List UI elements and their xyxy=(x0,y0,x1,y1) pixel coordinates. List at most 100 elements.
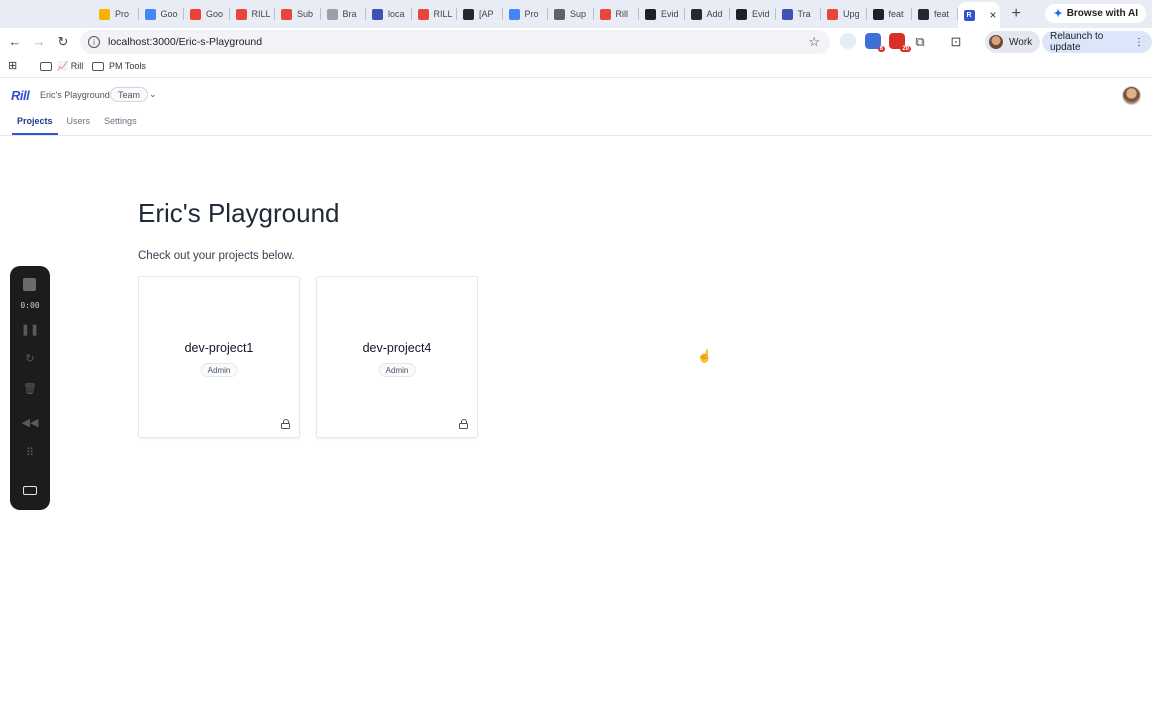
user-avatar[interactable] xyxy=(1122,86,1141,105)
tab-label: Tra xyxy=(797,9,811,19)
tab-favicon-icon xyxy=(235,8,247,20)
browser-tab[interactable]: Sup xyxy=(548,4,594,24)
relaunch-button[interactable]: Relaunch to update ⋮ xyxy=(1042,31,1152,53)
apps-grid-icon[interactable]: ⊞ xyxy=(8,59,17,72)
rewind-icon[interactable]: ◀◀ xyxy=(10,416,50,429)
pause-icon[interactable]: ❚❚ xyxy=(10,323,50,336)
browser-tab[interactable]: Upg xyxy=(821,4,867,24)
browser-tab[interactable]: Evid xyxy=(639,4,685,24)
tab-favicon-icon xyxy=(372,8,383,20)
browser-tab[interactable]: [AP xyxy=(457,4,503,24)
role-badge: Admin xyxy=(200,363,238,377)
browser-tab[interactable]: Bra xyxy=(321,4,367,24)
extension-icon[interactable] xyxy=(840,33,856,49)
bookmark-folder[interactable]: PM Tools xyxy=(92,61,146,71)
org-name[interactable]: Eric's Playground xyxy=(40,90,110,100)
tab-favicon-icon xyxy=(918,8,929,20)
recording-timer: 0:00 xyxy=(20,301,40,310)
project-card[interactable]: dev-project4 Admin xyxy=(316,276,478,438)
browser-tab[interactable]: feat xyxy=(912,4,958,24)
tab-settings[interactable]: Settings xyxy=(99,114,142,135)
back-arrow-icon[interactable]: ← xyxy=(3,34,27,49)
browser-tab[interactable]: Tra xyxy=(776,4,822,24)
stop-recording-icon[interactable] xyxy=(23,278,36,291)
org-plan-badge: Team xyxy=(110,87,149,102)
tab-label: Sup xyxy=(570,9,587,19)
tab-favicon-icon xyxy=(827,8,838,20)
browser-tab[interactable]: Pro xyxy=(93,4,139,24)
page-subtitle: Check out your projects below. xyxy=(138,250,295,262)
tab-label: Pro xyxy=(524,9,539,19)
tab-favicon-icon xyxy=(599,8,611,20)
more-vert-icon[interactable]: ⋮ xyxy=(1134,37,1144,48)
tab-favicon-icon xyxy=(645,8,656,20)
folder-icon xyxy=(40,62,52,71)
new-tab-icon[interactable]: + xyxy=(1012,5,1021,23)
sparkle-icon: ✦ xyxy=(1053,8,1063,20)
restart-icon[interactable]: ↻ xyxy=(10,352,50,365)
tab-favicon-icon xyxy=(781,8,793,20)
tab-label: RILL xyxy=(433,9,453,19)
rill-logo[interactable]: Rill xyxy=(11,88,30,103)
tab-search-icon[interactable]: ⊡ xyxy=(944,34,968,50)
browser-tab[interactable]: feat xyxy=(867,4,913,24)
tab-label: Add xyxy=(706,9,723,19)
mouse-pointer-icon: ☝ xyxy=(697,349,712,363)
chevron-down-icon[interactable]: ⌄ xyxy=(149,89,157,100)
extension-icon[interactable]: 6 xyxy=(865,33,885,52)
profile-avatar xyxy=(989,35,1003,49)
tab-favicon-icon xyxy=(281,8,292,20)
browser-tab[interactable]: loca xyxy=(366,4,412,24)
browser-tab[interactable]: Sub xyxy=(275,4,321,24)
browser-tab[interactable]: Rill xyxy=(594,4,640,24)
browse-with-ai-label: Browse with AI xyxy=(1066,8,1138,19)
browse-with-ai-button[interactable]: ✦ Browse with AI xyxy=(1045,4,1146,23)
forward-arrow-icon[interactable]: → xyxy=(27,34,51,49)
puzzle-icon[interactable]: ⧉ xyxy=(908,34,932,50)
lock-icon xyxy=(459,419,468,429)
browser-tab[interactable]: RILL xyxy=(412,4,458,24)
tab-label: Rill xyxy=(615,9,629,19)
tab-favicon-icon xyxy=(736,8,747,20)
url-text[interactable]: localhost:3000/Eric-s-Playground xyxy=(108,36,262,48)
project-card[interactable]: dev-project1 Admin xyxy=(138,276,300,438)
address-bar[interactable]: i localhost:3000/Eric-s-Playground ☆ xyxy=(80,30,830,54)
browser-tab-active[interactable]: R × xyxy=(957,2,1000,28)
tab-favicon-icon xyxy=(417,8,429,20)
bookmark-label: PM Tools xyxy=(109,61,146,71)
tab-label: Evid xyxy=(752,9,770,19)
drag-handle-icon[interactable]: ⠿ xyxy=(10,446,50,459)
lock-icon xyxy=(281,419,290,429)
tab-favicon-icon xyxy=(190,8,201,20)
project-name: dev-project4 xyxy=(362,341,432,355)
tab-list: Pro Goo Goo RILL Sub Bra loca RILL [AP Pro Sup Rill… xyxy=(0,0,1021,28)
camera-icon[interactable] xyxy=(23,486,37,495)
site-info-icon[interactable]: i xyxy=(88,36,100,48)
tab-label: Goo xyxy=(206,9,224,19)
profile-button[interactable]: Work xyxy=(985,31,1041,53)
tab-label: feat xyxy=(934,9,950,19)
project-name: dev-project1 xyxy=(184,341,254,355)
close-tab-icon[interactable]: × xyxy=(990,8,997,22)
tab-projects[interactable]: Projects xyxy=(12,114,58,135)
tab-favicon-icon xyxy=(144,8,156,20)
tab-users[interactable]: Users xyxy=(62,114,96,135)
tab-favicon-icon xyxy=(326,8,338,20)
browser-tab[interactable]: Goo xyxy=(184,4,230,24)
reload-icon[interactable]: ↻ xyxy=(51,34,75,50)
rill-favicon-icon: R xyxy=(963,9,975,21)
trash-icon[interactable]: 🗑 xyxy=(10,382,50,395)
browser-tab[interactable]: Pro xyxy=(503,4,549,24)
page-title: Eric's Playground xyxy=(138,198,340,228)
role-badge: Admin xyxy=(378,363,416,377)
browser-tab[interactable]: Add xyxy=(685,4,731,24)
screen-recorder-widget: 0:00 ❚❚ ↻ 🗑 ◀◀ ⠿ xyxy=(10,266,50,510)
browser-tab[interactable]: RILL xyxy=(230,4,276,24)
extension-icon[interactable]: 20 xyxy=(889,33,911,52)
tab-label: [AP xyxy=(479,9,494,19)
bookmark-folder[interactable]: 📈 Rill xyxy=(40,61,83,72)
profile-label: Work xyxy=(1009,36,1033,48)
browser-tab[interactable]: Goo xyxy=(139,4,185,24)
bookmark-star-icon[interactable]: ☆ xyxy=(808,34,820,50)
browser-tab[interactable]: Evid xyxy=(730,4,776,24)
